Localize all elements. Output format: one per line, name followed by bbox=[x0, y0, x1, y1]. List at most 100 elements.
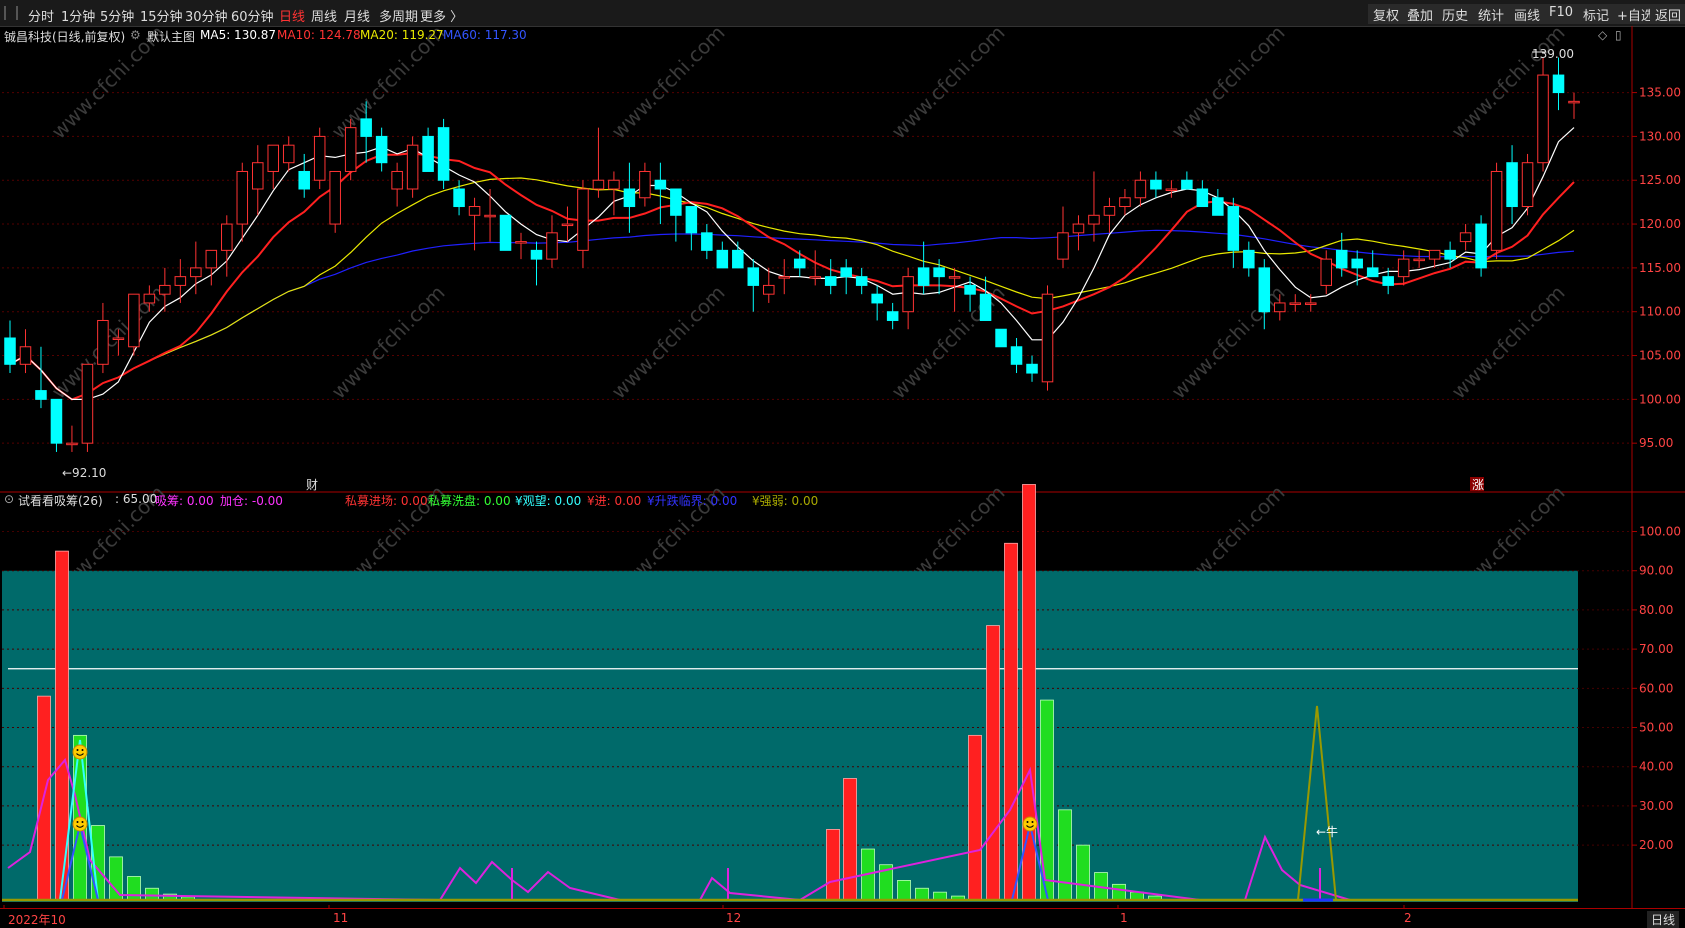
green-bar bbox=[915, 887, 929, 901]
candle-body bbox=[1304, 302, 1317, 305]
candle-body bbox=[995, 328, 1007, 348]
candle-body bbox=[964, 284, 976, 295]
candle-body bbox=[422, 135, 434, 172]
date-label-0: 2022年10 bbox=[8, 913, 66, 927]
sub-legend-item-0: 吸筹: 0.00 bbox=[155, 494, 214, 508]
watermark-text: www.cfchi.com bbox=[1167, 281, 1290, 404]
candle-body bbox=[282, 144, 295, 164]
candle-body bbox=[1072, 223, 1085, 234]
candle-body bbox=[1552, 74, 1565, 94]
candle-body bbox=[886, 311, 899, 321]
candle-body bbox=[701, 232, 713, 251]
candle-body bbox=[221, 223, 233, 251]
candle-body bbox=[236, 170, 249, 225]
candle-body bbox=[732, 249, 744, 269]
sub-legend-item-5: ¥进: 0.00 bbox=[587, 494, 642, 508]
candle-body bbox=[375, 135, 388, 164]
candle-body bbox=[19, 346, 32, 365]
candle-body bbox=[871, 293, 883, 304]
settings-icon[interactable]: ⚙ bbox=[130, 28, 141, 42]
chart-name[interactable]: 默认主图 bbox=[147, 28, 195, 45]
candle-body bbox=[716, 249, 729, 269]
candle-body bbox=[763, 284, 775, 295]
sub-tick-label: 80.00 bbox=[1639, 603, 1673, 617]
candle-body bbox=[948, 276, 961, 279]
candle-body bbox=[4, 337, 16, 365]
smiley-icon bbox=[72, 744, 88, 760]
candle-body bbox=[824, 276, 837, 286]
candle-body bbox=[1351, 258, 1363, 269]
high-price-label: 139.00 bbox=[1532, 47, 1574, 61]
collapse-icon[interactable]: ⊙ bbox=[4, 492, 14, 506]
sub-tick-label: 90.00 bbox=[1639, 564, 1673, 578]
candle-body bbox=[1103, 206, 1116, 216]
candle-body bbox=[917, 267, 930, 286]
sub-tick-label: 70.00 bbox=[1639, 642, 1673, 656]
candle-body bbox=[468, 206, 481, 216]
niu-label: ←牛 bbox=[1316, 824, 1338, 839]
price-tick-label: 105.00 bbox=[1639, 349, 1681, 363]
candle-body bbox=[933, 267, 945, 278]
sub-tick-label: 60.00 bbox=[1639, 681, 1673, 695]
candle-body bbox=[1537, 74, 1549, 164]
smiley-eye bbox=[1026, 821, 1029, 823]
candle-body bbox=[778, 276, 791, 279]
candle-body bbox=[499, 214, 512, 251]
watermark-text: www.cfchi.com bbox=[607, 281, 730, 404]
candle-body bbox=[1397, 258, 1410, 278]
candle-body bbox=[159, 284, 171, 295]
candle-body bbox=[685, 206, 698, 234]
green-bar bbox=[127, 876, 141, 901]
candle-body bbox=[1196, 188, 1209, 208]
candle-body bbox=[1134, 179, 1147, 199]
candle-body bbox=[484, 214, 496, 218]
candle-body bbox=[1444, 249, 1456, 260]
cai-marker: 财 bbox=[306, 478, 318, 492]
candle-body bbox=[97, 319, 109, 365]
candle-body bbox=[747, 267, 760, 286]
period-indicator[interactable]: 日线 bbox=[1647, 911, 1680, 928]
candle-body bbox=[267, 144, 280, 172]
sub-legend-item-6: ¥升跌临界: 0.00 bbox=[647, 494, 738, 508]
red-bar bbox=[1004, 542, 1018, 901]
indicator-name[interactable]: 试看看吸筹(26) bbox=[18, 492, 103, 509]
candle-body bbox=[1289, 302, 1302, 305]
candle-body bbox=[437, 127, 450, 181]
candle-body bbox=[1521, 162, 1534, 208]
candle-body bbox=[1227, 206, 1240, 251]
smiley-icon bbox=[1022, 816, 1038, 832]
red-bar bbox=[843, 778, 857, 901]
price-tick-label: 130.00 bbox=[1639, 129, 1681, 143]
sub-legend-item-3: 私募洗盘: 0.00 bbox=[428, 494, 511, 508]
candle-body bbox=[453, 188, 465, 208]
candle-body bbox=[608, 179, 620, 190]
candle-body bbox=[251, 162, 264, 190]
candle-body bbox=[50, 398, 63, 444]
candle-body bbox=[128, 293, 140, 348]
date-axis-bar: 日线 2022年10 11 12 1 2 bbox=[0, 908, 1685, 928]
green-bar bbox=[1040, 699, 1054, 901]
candle-body bbox=[1475, 223, 1487, 269]
candle-body bbox=[1274, 302, 1286, 313]
date-label-4: 2 bbox=[1404, 911, 1412, 925]
panel-icon[interactable]: ▯ bbox=[1615, 28, 1622, 42]
red-bar bbox=[826, 829, 840, 901]
price-tick-label: 120.00 bbox=[1639, 217, 1681, 231]
candle-body bbox=[1026, 363, 1038, 374]
smiley-eye bbox=[76, 821, 79, 823]
candle-body bbox=[1490, 170, 1503, 251]
candle-body bbox=[1258, 267, 1271, 313]
candle-body bbox=[1428, 249, 1441, 260]
price-tick-label: 115.00 bbox=[1639, 261, 1681, 275]
watermark-text: www.cfchi.com bbox=[607, 21, 730, 144]
smiley-eye bbox=[81, 749, 84, 751]
green-bar bbox=[897, 880, 911, 901]
candle-body bbox=[406, 144, 419, 190]
candle-body bbox=[1181, 179, 1193, 190]
stock-title: 铖昌科技(日线,前复权) bbox=[4, 30, 126, 44]
price-tick-label: 110.00 bbox=[1639, 305, 1681, 319]
low-price-label: ←92.10 bbox=[62, 466, 106, 480]
diamond-icon[interactable]: ◇ bbox=[1598, 28, 1607, 42]
date-label-2: 12 bbox=[726, 911, 742, 925]
smiley-eye bbox=[76, 749, 79, 751]
